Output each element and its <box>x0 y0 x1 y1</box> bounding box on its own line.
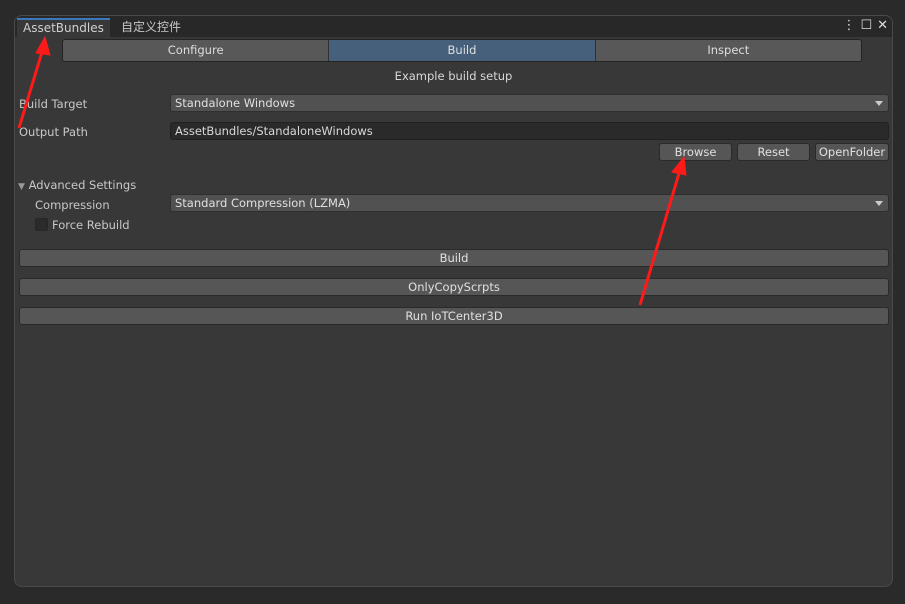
annotation-arrow-tab <box>17 51 44 129</box>
arrow-head-icon <box>671 155 687 176</box>
annotation-arrows <box>17 35 687 306</box>
annotation-arrow-browse <box>638 169 682 306</box>
arrow-head-icon <box>35 35 51 56</box>
